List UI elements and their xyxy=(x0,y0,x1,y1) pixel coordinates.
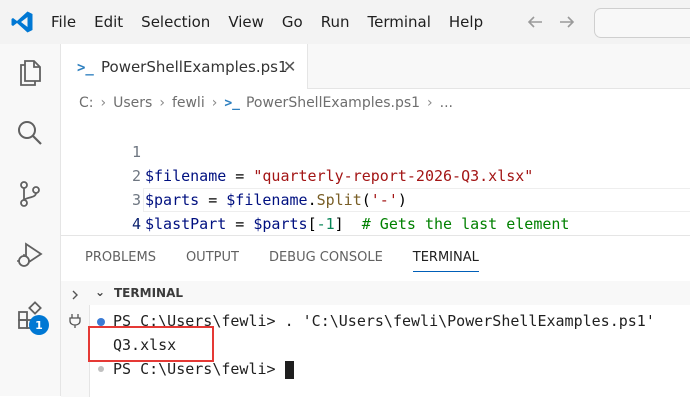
tab-powershell-examples[interactable]: >_ PowerShellExamples.ps1 ✕ xyxy=(61,44,308,89)
run-debug-icon[interactable] xyxy=(15,240,45,270)
extensions-badge: 1 xyxy=(29,315,49,335)
panel-tabs: PROBLEMS OUTPUT DEBUG CONSOLE TERMINAL xyxy=(85,250,509,272)
tab-output[interactable]: OUTPUT xyxy=(186,250,239,272)
bottom-panel: PROBLEMS OUTPUT DEBUG CONSOLE TERMINAL ⌄… xyxy=(61,235,690,397)
code-line: 4 Write-Output $lastPart xyxy=(61,188,344,257)
close-icon[interactable]: ✕ xyxy=(283,57,296,76)
breadcrumb-fewli[interactable]: fewli xyxy=(172,95,205,111)
chevron-right-icon: › xyxy=(100,95,107,111)
code-text: $parts = $filename.Split('-') xyxy=(145,188,407,212)
terminal-section-label: TERMINAL xyxy=(114,286,184,300)
code-token: # Gets the last element xyxy=(361,215,570,233)
powershell-icon: >_ xyxy=(77,60,94,76)
command-pending-icon[interactable] xyxy=(98,366,104,372)
back-arrow-icon[interactable] xyxy=(524,11,546,33)
code-line: 1 $filename = "quarterly-report-2026-Q3.… xyxy=(61,116,533,185)
breadcrumb-drive[interactable]: C: xyxy=(79,95,94,111)
tab-label: PowerShellExamples.ps1 xyxy=(101,58,288,76)
tab-terminal[interactable]: TERMINAL xyxy=(412,250,479,272)
menu-view[interactable]: View xyxy=(219,13,273,31)
code-token: = xyxy=(199,191,227,209)
code-token: ) xyxy=(397,191,407,209)
chevron-right-icon: › xyxy=(211,95,218,111)
menu-terminal[interactable]: Terminal xyxy=(359,13,440,31)
breadcrumb-more[interactable]: ... xyxy=(440,95,453,111)
command-success-icon[interactable] xyxy=(97,318,105,326)
code-token: $filename xyxy=(226,191,308,209)
breadcrumb-file[interactable]: PowerShellExamples.ps1 xyxy=(246,95,420,111)
terminal-cursor xyxy=(284,360,294,379)
menu-go[interactable]: Go xyxy=(273,13,312,31)
powershell-icon: >_ xyxy=(224,95,240,111)
code-token: -1 xyxy=(316,215,335,233)
code-token: [ xyxy=(307,215,317,233)
code-line: 2 $parts = $filename.Split('-') xyxy=(61,140,407,209)
menu-edit[interactable]: Edit xyxy=(85,13,132,31)
tab-problems[interactable]: PROBLEMS xyxy=(85,250,156,272)
chevron-down-icon: ⌄ xyxy=(95,285,106,299)
chevron-right-icon: › xyxy=(159,95,165,111)
vscode-logo-icon[interactable] xyxy=(10,10,34,34)
code-token: ] xyxy=(334,215,362,233)
code-token: $parts xyxy=(253,215,308,233)
title-bar: File Edit Selection View Go Run Terminal… xyxy=(0,0,690,44)
code-token: $lastPart xyxy=(145,215,227,233)
code-token: = xyxy=(226,167,254,185)
code-token: = xyxy=(226,215,254,233)
menu-help[interactable]: Help xyxy=(440,13,492,31)
code-token: . xyxy=(307,191,317,209)
code-token: $filename xyxy=(145,167,227,185)
breadcrumb: C: › Users › fewli › >_ PowerShellExampl… xyxy=(79,92,453,114)
menu-run[interactable]: Run xyxy=(312,13,359,31)
breadcrumb-users[interactable]: Users xyxy=(113,95,152,111)
tab-debug-console[interactable]: DEBUG CONSOLE xyxy=(269,250,383,272)
editor-tab-bar: >_ PowerShellExamples.ps1 ✕ xyxy=(61,44,690,89)
chevron-right-icon: › xyxy=(427,95,433,111)
menu-selection[interactable]: Selection xyxy=(132,13,219,31)
code-text: $filename = "quarterly-report-2026-Q3.xl… xyxy=(145,164,533,188)
search-icon[interactable] xyxy=(15,118,45,148)
chevron-right-icon[interactable] xyxy=(69,289,81,301)
code-editor[interactable]: 1 $filename = "quarterly-report-2026-Q3.… xyxy=(61,116,690,257)
code-text: $lastPart = $parts[-1] # Gets the last e… xyxy=(145,212,569,236)
plug-icon[interactable] xyxy=(68,313,82,329)
terminal-side-strip xyxy=(61,281,90,397)
output-highlight-box xyxy=(88,326,214,362)
command-center-search[interactable] xyxy=(594,8,690,38)
line-number: 4 xyxy=(131,215,141,233)
explorer-icon[interactable] xyxy=(15,57,45,87)
source-control-icon[interactable] xyxy=(15,179,45,209)
code-token: Split xyxy=(316,191,362,209)
menu-file[interactable]: File xyxy=(42,13,85,31)
code-line: 3 $lastPart = $parts[-1] # Gets the last… xyxy=(61,164,570,233)
code-token: ( xyxy=(361,191,371,209)
forward-arrow-icon[interactable] xyxy=(556,11,578,33)
menu-bar: File Edit Selection View Go Run Terminal… xyxy=(42,0,492,44)
terminal-prompt: PS C:\Users\fewli> xyxy=(113,360,294,379)
code-token: '-' xyxy=(370,191,398,209)
terminal-section-header[interactable]: ⌄ TERMINAL xyxy=(89,281,690,305)
activity-bar: 1 xyxy=(0,44,61,396)
code-token: "quarterly-report-2026-Q3.xlsx" xyxy=(253,167,534,185)
code-token: $parts xyxy=(145,191,200,209)
